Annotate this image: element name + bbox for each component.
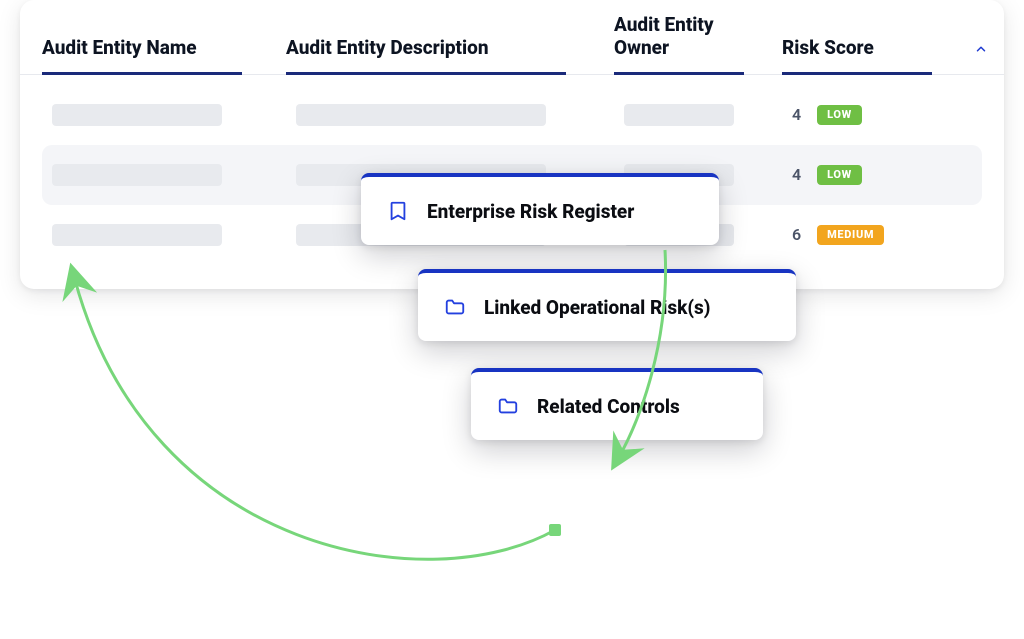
risk-score-badge: LOW: [817, 165, 862, 185]
popover-linked-operational-risks[interactable]: Linked Operational Risk(s): [418, 269, 796, 341]
risk-score-value: 4: [792, 165, 801, 184]
audit-entity-table-card: Audit Entity Name Audit Entity Descripti…: [20, 0, 1004, 289]
cell-name-placeholder: [52, 104, 278, 126]
risk-score-badge: MEDIUM: [817, 225, 884, 245]
col-header-description[interactable]: Audit Entity Description: [286, 37, 596, 74]
popover-label: Enterprise Risk Register: [427, 200, 634, 223]
popover-related-controls[interactable]: Related Controls: [471, 368, 763, 440]
collapse-icon[interactable]: [970, 38, 992, 60]
popover-enterprise-risk-register[interactable]: Enterprise Risk Register: [361, 173, 719, 245]
cell-risk-score: 4 LOW: [792, 165, 962, 185]
bookmark-icon: [387, 200, 409, 222]
folder-icon: [444, 296, 466, 318]
risk-score-value: 6: [792, 225, 801, 244]
cell-description-placeholder: [296, 104, 606, 126]
table-row[interactable]: 4 LOW: [42, 85, 982, 145]
table-header-row: Audit Entity Name Audit Entity Descripti…: [20, 0, 1004, 75]
cell-name-placeholder: [52, 224, 278, 246]
folder-icon: [497, 395, 519, 417]
col-header-name[interactable]: Audit Entity Name: [42, 37, 268, 74]
cell-name-placeholder: [52, 164, 278, 186]
table-header-actions: [970, 32, 1004, 74]
popover-label: Linked Operational Risk(s): [484, 296, 711, 319]
cell-risk-score: 4 LOW: [792, 105, 962, 125]
risk-score-badge: LOW: [817, 105, 862, 125]
risk-score-value: 4: [792, 105, 801, 124]
cell-risk-score: 6 MEDIUM: [792, 225, 962, 245]
col-header-owner[interactable]: Audit Entity Owner: [614, 14, 764, 74]
col-header-risk-score[interactable]: Risk Score: [782, 37, 952, 74]
popover-label: Related Controls: [537, 395, 680, 418]
cell-owner-placeholder: [624, 104, 774, 126]
